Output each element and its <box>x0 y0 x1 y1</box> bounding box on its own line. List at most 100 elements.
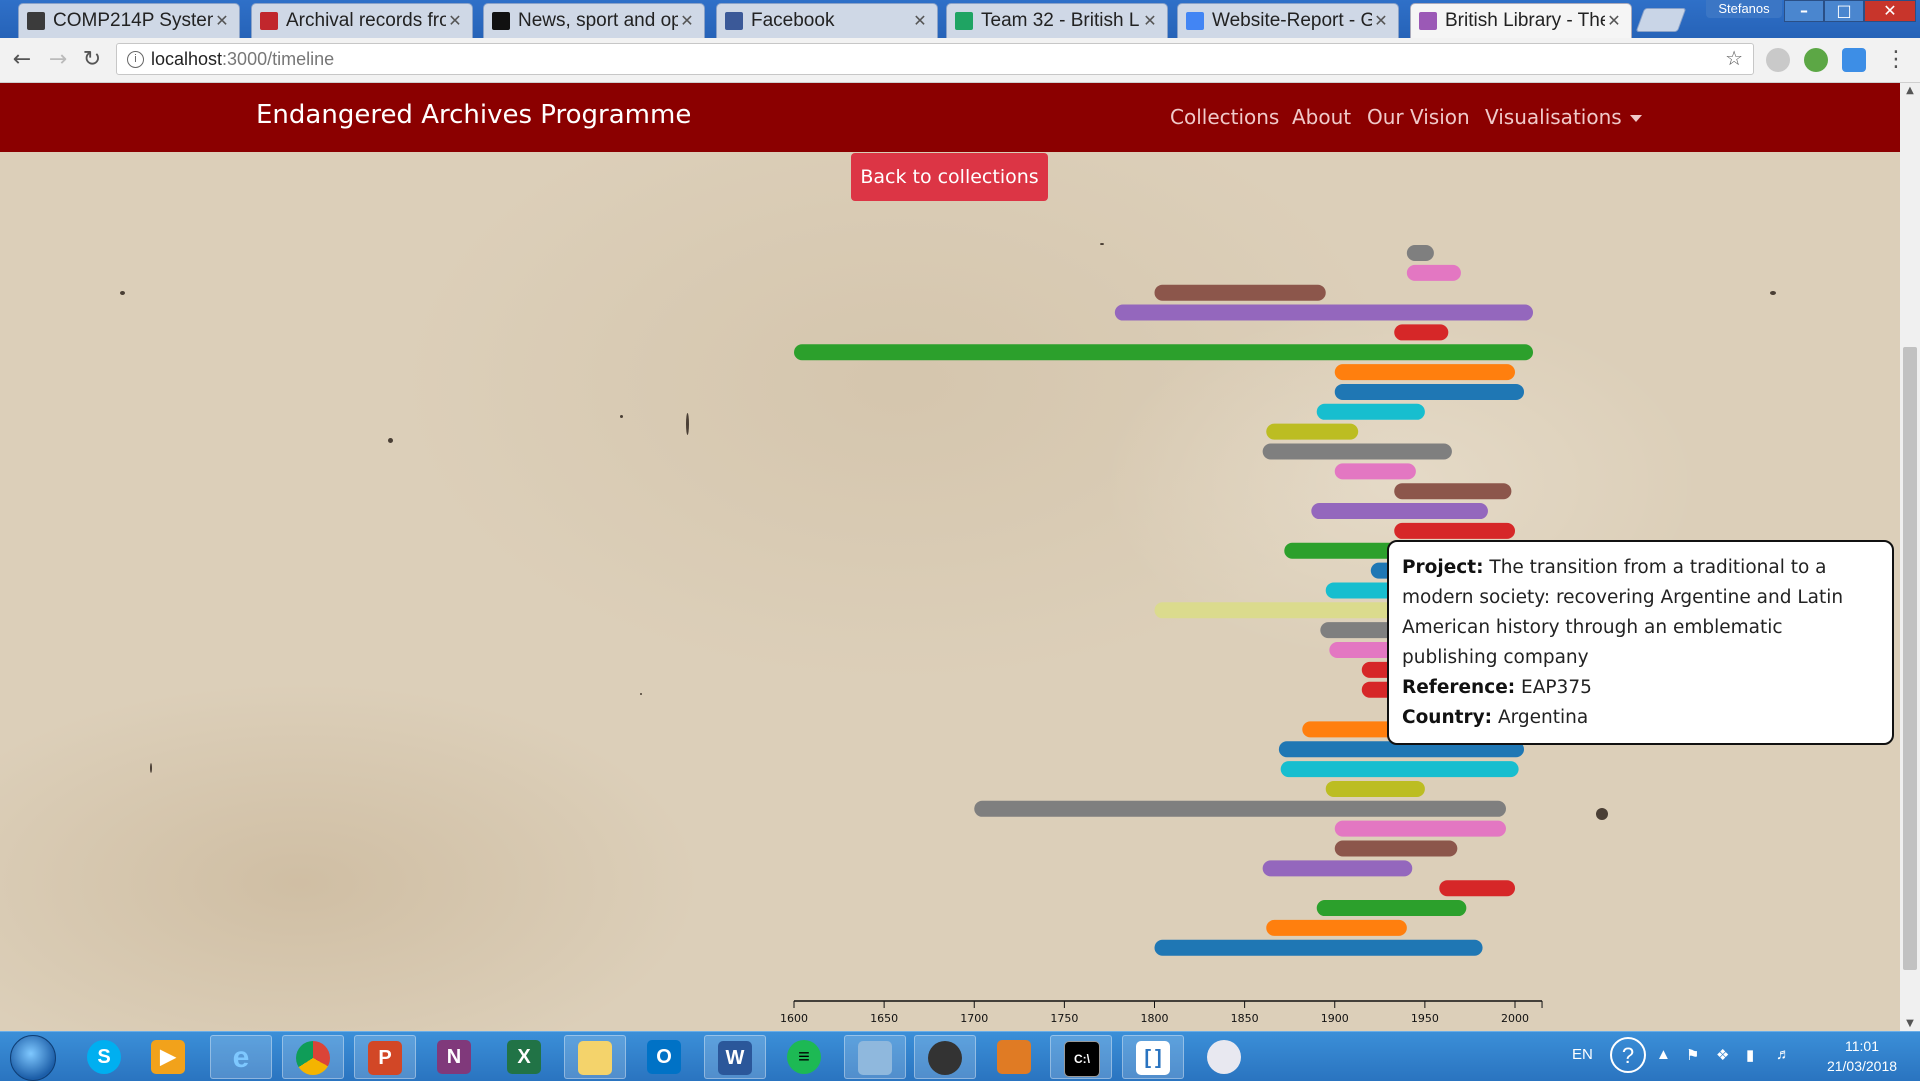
browser-tab[interactable]: Team 32 - British L ✕ <box>946 3 1168 38</box>
taskbar-headset-app[interactable] <box>914 1035 976 1079</box>
download-icon[interactable] <box>1842 48 1866 72</box>
volume-icon[interactable]: ♬ <box>1776 1046 1791 1063</box>
timeline-bar[interactable] <box>1406 245 1434 261</box>
timeline-bar[interactable] <box>1394 483 1512 500</box>
taskbar-media-player[interactable]: ▶ <box>138 1035 200 1079</box>
cloud-extension-icon[interactable] <box>1766 48 1790 72</box>
timeline-bar[interactable] <box>1406 264 1461 281</box>
taskbar-chrome[interactable] <box>282 1035 344 1079</box>
browser-tab[interactable]: Archival records fro ✕ <box>251 3 473 38</box>
timeline-bar[interactable] <box>1280 761 1519 778</box>
taskbar-spotify[interactable]: ≡ <box>774 1035 836 1079</box>
nav-our-vision[interactable]: Our Vision <box>1367 105 1470 129</box>
browser-tab[interactable]: Facebook ✕ <box>716 3 938 38</box>
help-icon[interactable]: ? <box>1610 1037 1646 1073</box>
bookmark-star-icon[interactable]: ☆ <box>1725 44 1743 74</box>
green-extension-icon[interactable] <box>1804 48 1828 72</box>
taskbar-snipping-tool[interactable] <box>1194 1035 1256 1079</box>
timeline-bar[interactable] <box>974 800 1506 817</box>
tab-close-icon[interactable]: ✕ <box>1141 11 1159 31</box>
taskbar-powerpoint[interactable]: P <box>354 1035 416 1079</box>
scroll-down-icon[interactable]: ▼ <box>1900 1018 1920 1029</box>
new-tab-button[interactable] <box>1635 8 1687 32</box>
taskbar-onenote[interactable]: N <box>424 1035 486 1079</box>
taskbar-internet-explorer[interactable]: e <box>210 1035 272 1079</box>
timeline-bar[interactable] <box>1439 880 1515 897</box>
tab-close-icon[interactable]: ✕ <box>213 11 231 31</box>
taskbar-excel[interactable]: X <box>494 1035 556 1079</box>
minimize-window-button[interactable]: – <box>1784 0 1824 22</box>
maximize-window-button[interactable]: □ <box>1824 0 1864 22</box>
scrollbar-thumb[interactable] <box>1903 347 1917 970</box>
nav-visualisations-dropdown[interactable]: Visualisations <box>1485 105 1642 129</box>
timeline-bar[interactable] <box>1334 383 1525 400</box>
input-language[interactable]: EN <box>1572 1046 1593 1063</box>
vertical-scrollbar[interactable]: ▲ ▼ <box>1900 83 1920 1031</box>
timeline-bar[interactable] <box>1334 820 1506 837</box>
taskbar-word[interactable]: W <box>704 1035 766 1079</box>
timeline-bar[interactable] <box>1266 423 1359 440</box>
timeline-bar[interactable] <box>1316 403 1425 420</box>
reload-icon[interactable]: ↻ <box>78 46 106 74</box>
browser-tab[interactable]: News, sport and op ✕ <box>483 3 705 38</box>
timeline-bar[interactable] <box>1325 780 1425 797</box>
nav-collections[interactable]: Collections <box>1170 105 1279 129</box>
timeline-bar[interactable] <box>1334 463 1416 480</box>
back-arrow-icon[interactable]: ← <box>8 46 36 74</box>
timeline-bar[interactable] <box>794 344 1534 361</box>
timeline-bar[interactable] <box>1154 284 1326 301</box>
show-hidden-icons-icon[interactable]: ▲ <box>1656 1046 1671 1063</box>
x-axis-tick-label: 1900 <box>1321 1012 1349 1025</box>
timeline-bar[interactable] <box>1311 503 1488 520</box>
scroll-up-icon[interactable]: ▲ <box>1900 85 1920 96</box>
timeline-bar[interactable] <box>1154 939 1483 956</box>
network-icon[interactable]: ▮ <box>1746 1046 1754 1064</box>
system-clock[interactable]: 11:01 21/03/2018 <box>1812 1036 1912 1076</box>
browser-tab[interactable]: Website-Report - G ✕ <box>1177 3 1399 38</box>
tab-close-icon[interactable]: ✕ <box>911 11 929 31</box>
browser-tab[interactable]: British Library - The ✕ <box>1410 3 1632 38</box>
back-to-collections-button[interactable]: Back to collections <box>851 153 1048 201</box>
timeline-bar[interactable] <box>1114 304 1534 321</box>
tab-close-icon[interactable]: ✕ <box>1605 11 1623 31</box>
timeline-bar[interactable] <box>1262 443 1452 460</box>
taskbar-matlab[interactable] <box>984 1035 1046 1079</box>
start-button[interactable] <box>10 1035 56 1081</box>
timeline-bar[interactable] <box>1394 324 1449 341</box>
nav-visualisations-label: Visualisations <box>1485 105 1622 129</box>
address-bar[interactable]: i localhost:3000/timeline ☆ <box>116 43 1754 75</box>
action-center-flag-icon[interactable]: ⚑ <box>1686 1046 1699 1064</box>
tab-favicon-icon <box>1186 12 1204 30</box>
close-window-button[interactable]: ✕ <box>1864 0 1916 22</box>
timeline-bar[interactable] <box>1266 919 1407 936</box>
tab-favicon-icon <box>1419 12 1437 30</box>
site-brand[interactable]: Endangered Archives Programme <box>256 100 691 130</box>
nav-about[interactable]: About <box>1292 105 1351 129</box>
timeline-bar[interactable] <box>1334 364 1515 381</box>
tooltip-reference-value: EAP375 <box>1521 677 1592 698</box>
tab-title: Team 32 - British L <box>981 10 1140 31</box>
taskbar-control-panel[interactable] <box>844 1035 906 1079</box>
url-path: :3000/timeline <box>222 49 335 69</box>
forward-arrow-icon[interactable]: → <box>44 46 72 74</box>
taskbar-bracket-app[interactable]: [ ] <box>1122 1035 1184 1079</box>
timeline-bar[interactable] <box>1262 860 1413 877</box>
site-info-icon[interactable]: i <box>127 51 144 68</box>
page-viewport: 1600 1650 1700 1750 1800 1850 1900 1950 2000 End… <box>0 83 1900 1031</box>
profile-button[interactable]: Stefanos <box>1706 0 1782 18</box>
tooltip-project-label: Project: <box>1402 557 1484 578</box>
tab-close-icon[interactable]: ✕ <box>678 11 696 31</box>
timeline-bar[interactable] <box>1316 900 1467 917</box>
taskbar-command-prompt[interactable]: C:\ <box>1050 1035 1112 1079</box>
browser-tab[interactable]: COMP214P System ✕ <box>18 3 240 38</box>
x-axis-tick-label: 1650 <box>870 1012 898 1025</box>
timeline-bar[interactable] <box>1334 840 1458 857</box>
timeline-bar[interactable] <box>1394 522 1515 539</box>
tab-close-icon[interactable]: ✕ <box>1372 11 1390 31</box>
dropbox-icon[interactable]: ❖ <box>1716 1046 1729 1064</box>
taskbar-skype[interactable]: S <box>74 1035 136 1079</box>
taskbar-file-explorer[interactable] <box>564 1035 626 1079</box>
menu-kebab-icon[interactable]: ⋮ <box>1882 46 1910 74</box>
tab-close-icon[interactable]: ✕ <box>446 11 464 31</box>
taskbar-outlook[interactable]: O <box>634 1035 696 1079</box>
